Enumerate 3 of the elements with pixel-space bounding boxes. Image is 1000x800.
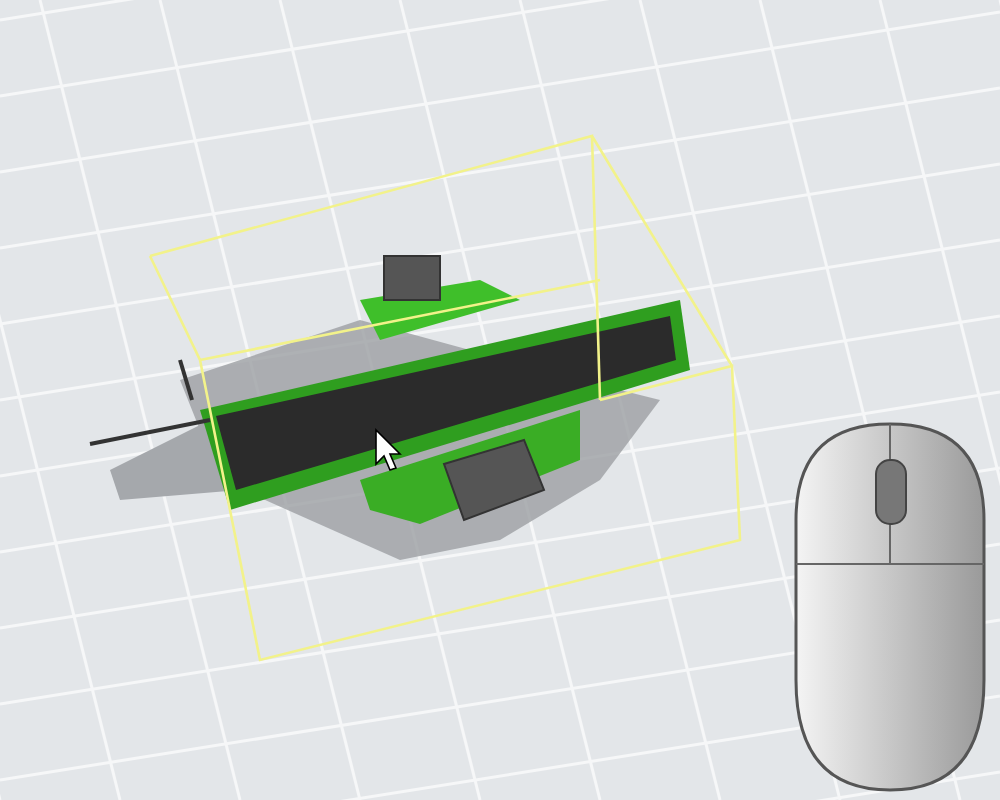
- pointer-cursor-icon: [375, 428, 402, 471]
- conveyor-drawing[interactable]: [89, 255, 690, 560]
- 3d-viewport[interactable]: [0, 0, 1000, 800]
